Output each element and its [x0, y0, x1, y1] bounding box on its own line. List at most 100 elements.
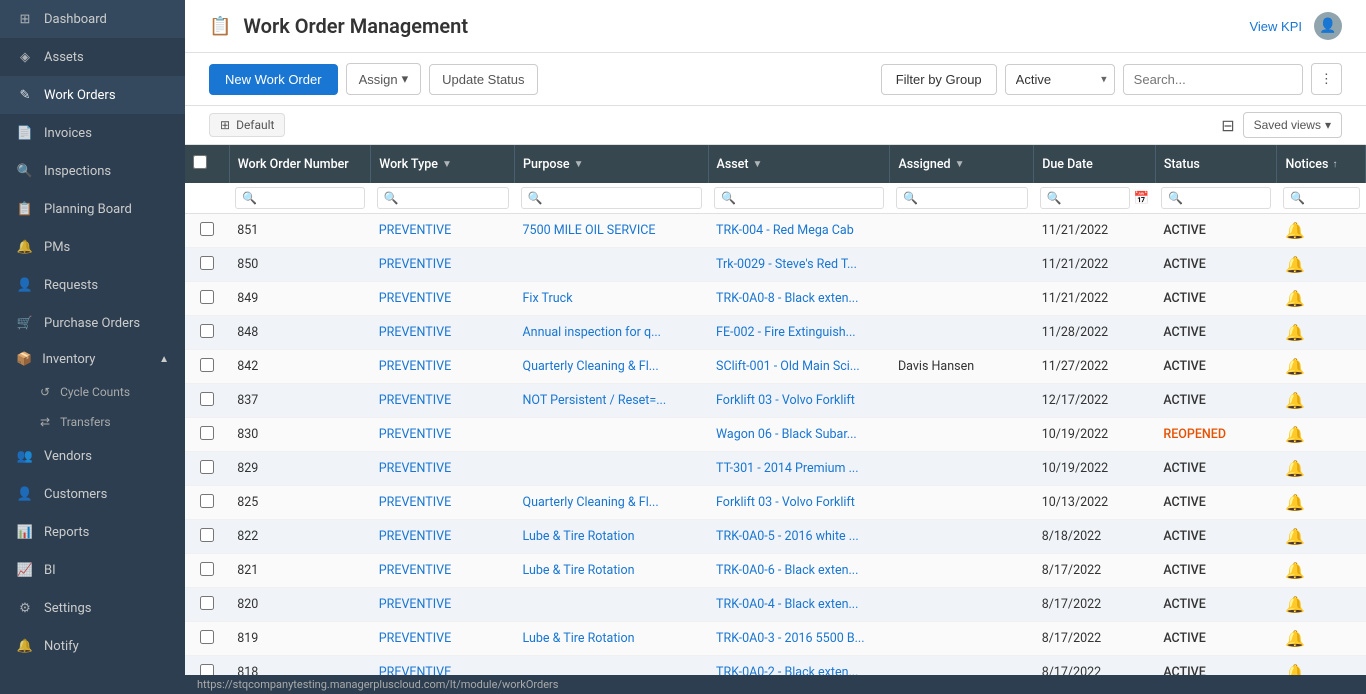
table-row[interactable]: 851 PREVENTIVE 7500 MILE OIL SERVICE TRK… — [185, 214, 1366, 248]
search-input[interactable] — [1123, 64, 1303, 95]
table-row[interactable]: 849 PREVENTIVE Fix Truck TRK-0A0-8 - Bla… — [185, 282, 1366, 316]
table-row[interactable]: 848 PREVENTIVE Annual inspection for q..… — [185, 316, 1366, 350]
assigned-cell — [890, 452, 1034, 486]
row-checkbox[interactable] — [200, 290, 214, 304]
asset-filter-icon[interactable]: ▼ — [753, 159, 763, 170]
select-all-checkbox[interactable] — [193, 155, 207, 169]
table-row[interactable]: 837 PREVENTIVE NOT Persistent / Reset=..… — [185, 384, 1366, 418]
search-purpose-input[interactable] — [521, 187, 703, 209]
inspections-icon: 🔍 — [16, 162, 34, 180]
search-notices-input[interactable] — [1283, 187, 1360, 209]
sidebar-item-customers[interactable]: 👤 Customers — [0, 475, 185, 513]
table-row[interactable]: 819 PREVENTIVE Lube & Tire Rotation TRK-… — [185, 622, 1366, 656]
search-assigned-input[interactable] — [896, 187, 1028, 209]
row-checkbox[interactable] — [200, 256, 214, 270]
due-date-cell: 12/17/2022 — [1034, 384, 1156, 418]
notice-cell[interactable]: 🔔 — [1277, 656, 1366, 676]
vendors-icon: 👥 — [16, 447, 34, 465]
sidebar-item-inspections[interactable]: 🔍 Inspections — [0, 152, 185, 190]
row-checkbox[interactable] — [200, 426, 214, 440]
notice-cell[interactable]: 🔔 — [1277, 282, 1366, 316]
update-status-button[interactable]: Update Status — [429, 64, 537, 95]
search-status-input[interactable] — [1161, 187, 1271, 209]
notice-cell[interactable]: 🔔 — [1277, 588, 1366, 622]
notice-cell[interactable]: 🔔 — [1277, 248, 1366, 282]
sidebar-item-inventory[interactable]: 📦 Inventory ▲ — [0, 342, 185, 377]
row-checkbox[interactable] — [200, 630, 214, 644]
notice-cell[interactable]: 🔔 — [1277, 418, 1366, 452]
search-work-type-input[interactable] — [377, 187, 509, 209]
notice-cell[interactable]: 🔔 — [1277, 622, 1366, 656]
sidebar-item-assets[interactable]: ◈ Assets — [0, 38, 185, 76]
row-checkbox[interactable] — [200, 596, 214, 610]
status-bar: https://stqcompanytesting.managerplusclo… — [185, 675, 1366, 694]
assign-button[interactable]: Assign ▾ — [346, 63, 422, 95]
status-cell: ACTIVE — [1155, 316, 1277, 350]
asset-cell: TRK-0A0-4 - Black exten... — [708, 588, 890, 622]
row-checkbox-cell — [185, 350, 229, 384]
columns-icon[interactable]: ⊟ — [1221, 116, 1234, 135]
sidebar-item-bi[interactable]: 📈 BI — [0, 551, 185, 589]
notices-sort-icon[interactable]: ↑ — [1332, 159, 1337, 170]
row-checkbox[interactable] — [200, 664, 214, 676]
notice-cell[interactable]: 🔔 — [1277, 384, 1366, 418]
due-date-cell: 10/13/2022 — [1034, 486, 1156, 520]
search-asset-input[interactable] — [714, 187, 884, 209]
sidebar-item-reports[interactable]: 📊 Reports — [0, 513, 185, 551]
more-options-button[interactable]: ⋮ — [1311, 63, 1342, 95]
table-row[interactable]: 830 PREVENTIVE Wagon 06 - Black Subar...… — [185, 418, 1366, 452]
row-checkbox[interactable] — [200, 460, 214, 474]
row-checkbox[interactable] — [200, 222, 214, 236]
search-due-date-input[interactable] — [1040, 187, 1130, 209]
row-checkbox[interactable] — [200, 392, 214, 406]
notice-cell[interactable]: 🔔 — [1277, 214, 1366, 248]
table-row[interactable]: 822 PREVENTIVE Lube & Tire Rotation TRK-… — [185, 520, 1366, 554]
table-row[interactable]: 829 PREVENTIVE TT-301 - 2014 Premium ...… — [185, 452, 1366, 486]
sidebar-item-requests[interactable]: 👤 Requests — [0, 266, 185, 304]
row-checkbox[interactable] — [200, 358, 214, 372]
sidebar-item-transfers[interactable]: ⇄ Transfers — [0, 407, 185, 437]
invoices-icon: 📄 — [16, 124, 34, 142]
table-row[interactable]: 850 PREVENTIVE Trk-0029 - Steve's Red T.… — [185, 248, 1366, 282]
sidebar-item-dashboard[interactable]: ⊞ Dashboard — [0, 0, 185, 38]
sidebar-item-notify[interactable]: 🔔 Notify — [0, 627, 185, 665]
work-orders-table: Work Order Number Work Type ▼ Purpose ▼ — [185, 145, 1366, 675]
sidebar-item-settings[interactable]: ⚙ Settings — [0, 589, 185, 627]
table-row[interactable]: 825 PREVENTIVE Quarterly Cleaning & Fl..… — [185, 486, 1366, 520]
status-cell: ACTIVE — [1155, 384, 1277, 418]
table-row[interactable]: 818 PREVENTIVE TRK-0A0-2 - Black exten..… — [185, 656, 1366, 676]
notice-cell[interactable]: 🔔 — [1277, 486, 1366, 520]
table-row[interactable]: 842 PREVENTIVE Quarterly Cleaning & Fl..… — [185, 350, 1366, 384]
saved-views-button[interactable]: Saved views ▾ — [1243, 112, 1342, 138]
row-checkbox[interactable] — [200, 324, 214, 338]
purpose-filter-icon[interactable]: ▼ — [574, 159, 584, 170]
notice-cell[interactable]: 🔔 — [1277, 452, 1366, 486]
notice-cell[interactable]: 🔔 — [1277, 554, 1366, 588]
work-type-filter-icon[interactable]: ▼ — [442, 159, 452, 170]
notice-cell[interactable]: 🔔 — [1277, 350, 1366, 384]
calendar-icon[interactable]: 📅 — [1134, 191, 1150, 206]
purpose-cell — [515, 248, 709, 282]
new-work-order-button[interactable]: New Work Order — [209, 64, 338, 95]
filter-by-group-button[interactable]: Filter by Group — [881, 64, 997, 95]
assigned-filter-icon[interactable]: ▼ — [955, 159, 965, 170]
sidebar-item-cycle-counts[interactable]: ↺ Cycle Counts — [0, 377, 185, 407]
view-kpi-button[interactable]: View KPI — [1249, 19, 1302, 34]
row-checkbox[interactable] — [200, 528, 214, 542]
sidebar-item-vendors[interactable]: 👥 Vendors — [0, 437, 185, 475]
row-checkbox[interactable] — [200, 562, 214, 576]
status-cell: ACTIVE — [1155, 248, 1277, 282]
row-checkbox[interactable] — [200, 494, 214, 508]
sidebar-item-work-orders[interactable]: ✎ Work Orders — [0, 76, 185, 114]
notice-cell[interactable]: 🔔 — [1277, 520, 1366, 554]
sidebar-item-purchase-orders[interactable]: 🛒 Purchase Orders — [0, 304, 185, 342]
sidebar-item-pms[interactable]: 🔔 PMs — [0, 228, 185, 266]
notice-cell[interactable]: 🔔 — [1277, 316, 1366, 350]
table-row[interactable]: 820 PREVENTIVE TRK-0A0-4 - Black exten..… — [185, 588, 1366, 622]
search-wo-number-input[interactable] — [235, 187, 365, 209]
table-row[interactable]: 821 PREVENTIVE Lube & Tire Rotation TRK-… — [185, 554, 1366, 588]
sidebar-item-invoices[interactable]: 📄 Invoices — [0, 114, 185, 152]
sidebar-item-planning-board[interactable]: 📋 Planning Board — [0, 190, 185, 228]
status-select[interactable]: Active All Closed Reopened — [1005, 64, 1115, 95]
work-type-cell: PREVENTIVE — [371, 588, 515, 622]
